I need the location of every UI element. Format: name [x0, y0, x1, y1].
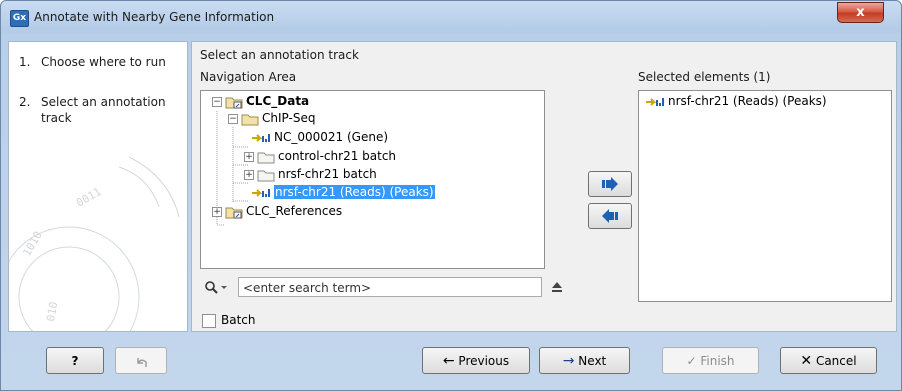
step-number: 1. — [19, 55, 31, 69]
close-button[interactable]: x — [837, 2, 884, 23]
arrow-right-icon — [602, 177, 618, 191]
tree-node-label: CLC_References — [246, 204, 343, 218]
svg-text:1010: 1010 — [20, 229, 45, 258]
remove-from-selected-button[interactable] — [588, 203, 632, 229]
database-folder-icon — [225, 207, 243, 218]
next-label: Next — [578, 354, 607, 368]
step-2[interactable]: 2. Select an annotation track — [19, 94, 166, 126]
cancel-label: Cancel — [815, 354, 857, 368]
section-heading: Select an annotation track — [200, 48, 359, 62]
finish-label: Finish — [700, 354, 735, 368]
selected-elements-label: Selected elements (1) — [638, 70, 771, 84]
tree-collapse-toggle[interactable]: − — [228, 114, 238, 124]
undo-icon — [137, 357, 147, 367]
help-button[interactable]: ? — [46, 347, 104, 374]
checkbox-box[interactable] — [202, 313, 216, 328]
main-panel: Select an annotation track Navigation Ar… — [191, 41, 897, 332]
arrow-left-icon — [602, 209, 618, 223]
tree-node-chip-seq[interactable]: ChIP-Seq — [241, 110, 315, 127]
step-1[interactable]: 1. Choose where to run — [19, 54, 166, 70]
dialog-body: 1. Choose where to run 2. Select an annota… — [8, 41, 897, 386]
tree-node-label: nrsf-chr21 batch — [278, 167, 377, 181]
svg-text:0011: 0011 — [74, 185, 103, 210]
database-folder-icon — [225, 97, 243, 108]
close-icon: x — [856, 5, 865, 20]
reset-button[interactable] — [115, 347, 167, 374]
tree-node-nc-000021[interactable]: NC_000021 (Gene) — [251, 129, 388, 146]
tree-collapse-toggle[interactable]: − — [212, 97, 222, 107]
tree-node-clc-data[interactable]: CLC_Data — [225, 93, 309, 110]
previous-button[interactable]: ← Previous — [422, 347, 530, 374]
next-icon: → — [562, 353, 575, 369]
cancel-button[interactable]: ✕ Cancel — [780, 347, 877, 374]
tree-node-label: NC_000021 (Gene) — [274, 130, 389, 144]
app-icon: Gx — [10, 10, 29, 27]
tree-node-label: ChIP-Seq — [262, 111, 316, 125]
tree-node-label: control-chr21 batch — [278, 149, 397, 163]
dialog-window: Gx Annotate with Nearby Gene Information… — [0, 0, 902, 391]
eject-icon[interactable] — [551, 281, 563, 293]
tree-node-nrsf-chr21-batch[interactable]: nrsf-chr21 batch — [257, 166, 377, 183]
navigation-tree[interactable]: − CLC_Data − ChIP-Seq NC_000021 (Gene) +… — [200, 90, 545, 269]
decorative-watermark: 0011 1010 010 — [9, 156, 180, 331]
selected-item[interactable]: nrsf-chr21 (Reads) (Peaks) — [645, 93, 827, 110]
selected-item-label: nrsf-chr21 (Reads) (Peaks) — [668, 94, 827, 108]
folder-icon — [257, 170, 275, 181]
track-icon — [252, 133, 270, 142]
step-label: Choose where to run — [41, 55, 166, 69]
finish-button[interactable]: ✓ Finish — [662, 347, 759, 374]
help-icon: ? — [71, 354, 79, 368]
dialog-footer: ? ← Previous → Next ✓ Finish ✕ Cancel — [8, 337, 895, 386]
step-number: 2. — [19, 95, 31, 109]
track-icon — [252, 188, 270, 197]
next-button[interactable]: → Next — [539, 347, 630, 374]
selected-elements-list[interactable]: nrsf-chr21 (Reads) (Peaks) — [638, 90, 892, 302]
cancel-x-icon: ✕ — [800, 353, 813, 369]
navigation-area-label: Navigation Area — [200, 70, 297, 84]
window-title: Annotate with Nearby Gene Information — [34, 10, 275, 24]
batch-checkbox[interactable]: Batch — [202, 313, 256, 328]
search-icon[interactable] — [204, 280, 232, 296]
steps-panel: 1. Choose where to run 2. Select an annota… — [8, 41, 188, 332]
title-bar[interactable]: Gx Annotate with Nearby Gene Information… — [1, 1, 901, 35]
svg-text:010: 010 — [44, 301, 60, 323]
batch-label: Batch — [221, 313, 256, 327]
search-bar: <enter search term> — [200, 277, 562, 299]
previous-label: Previous — [458, 354, 510, 368]
tree-expand-toggle[interactable]: + — [244, 170, 254, 180]
search-input[interactable]: <enter search term> — [238, 277, 542, 297]
tree-node-nrsf-chr21-peaks[interactable]: nrsf-chr21 (Reads) (Peaks) — [251, 184, 435, 201]
tree-node-clc-references[interactable]: CLC_References — [225, 203, 342, 220]
tree-node-label: CLC_Data — [246, 94, 310, 108]
step-label: Select an annotation — [41, 95, 166, 109]
folder-icon — [257, 152, 275, 163]
step-label-cont: track — [41, 111, 72, 125]
tree-node-control-chr21-batch[interactable]: control-chr21 batch — [257, 148, 396, 165]
previous-icon: ← — [442, 353, 455, 369]
folder-icon — [241, 114, 259, 125]
tree-node-label-selected: nrsf-chr21 (Reads) (Peaks) — [274, 185, 435, 199]
add-to-selected-button[interactable] — [588, 171, 632, 197]
track-icon — [646, 97, 664, 106]
tree-expand-toggle[interactable]: + — [212, 207, 222, 217]
finish-check-icon: ✓ — [686, 354, 697, 368]
tree-expand-toggle[interactable]: + — [244, 152, 254, 162]
